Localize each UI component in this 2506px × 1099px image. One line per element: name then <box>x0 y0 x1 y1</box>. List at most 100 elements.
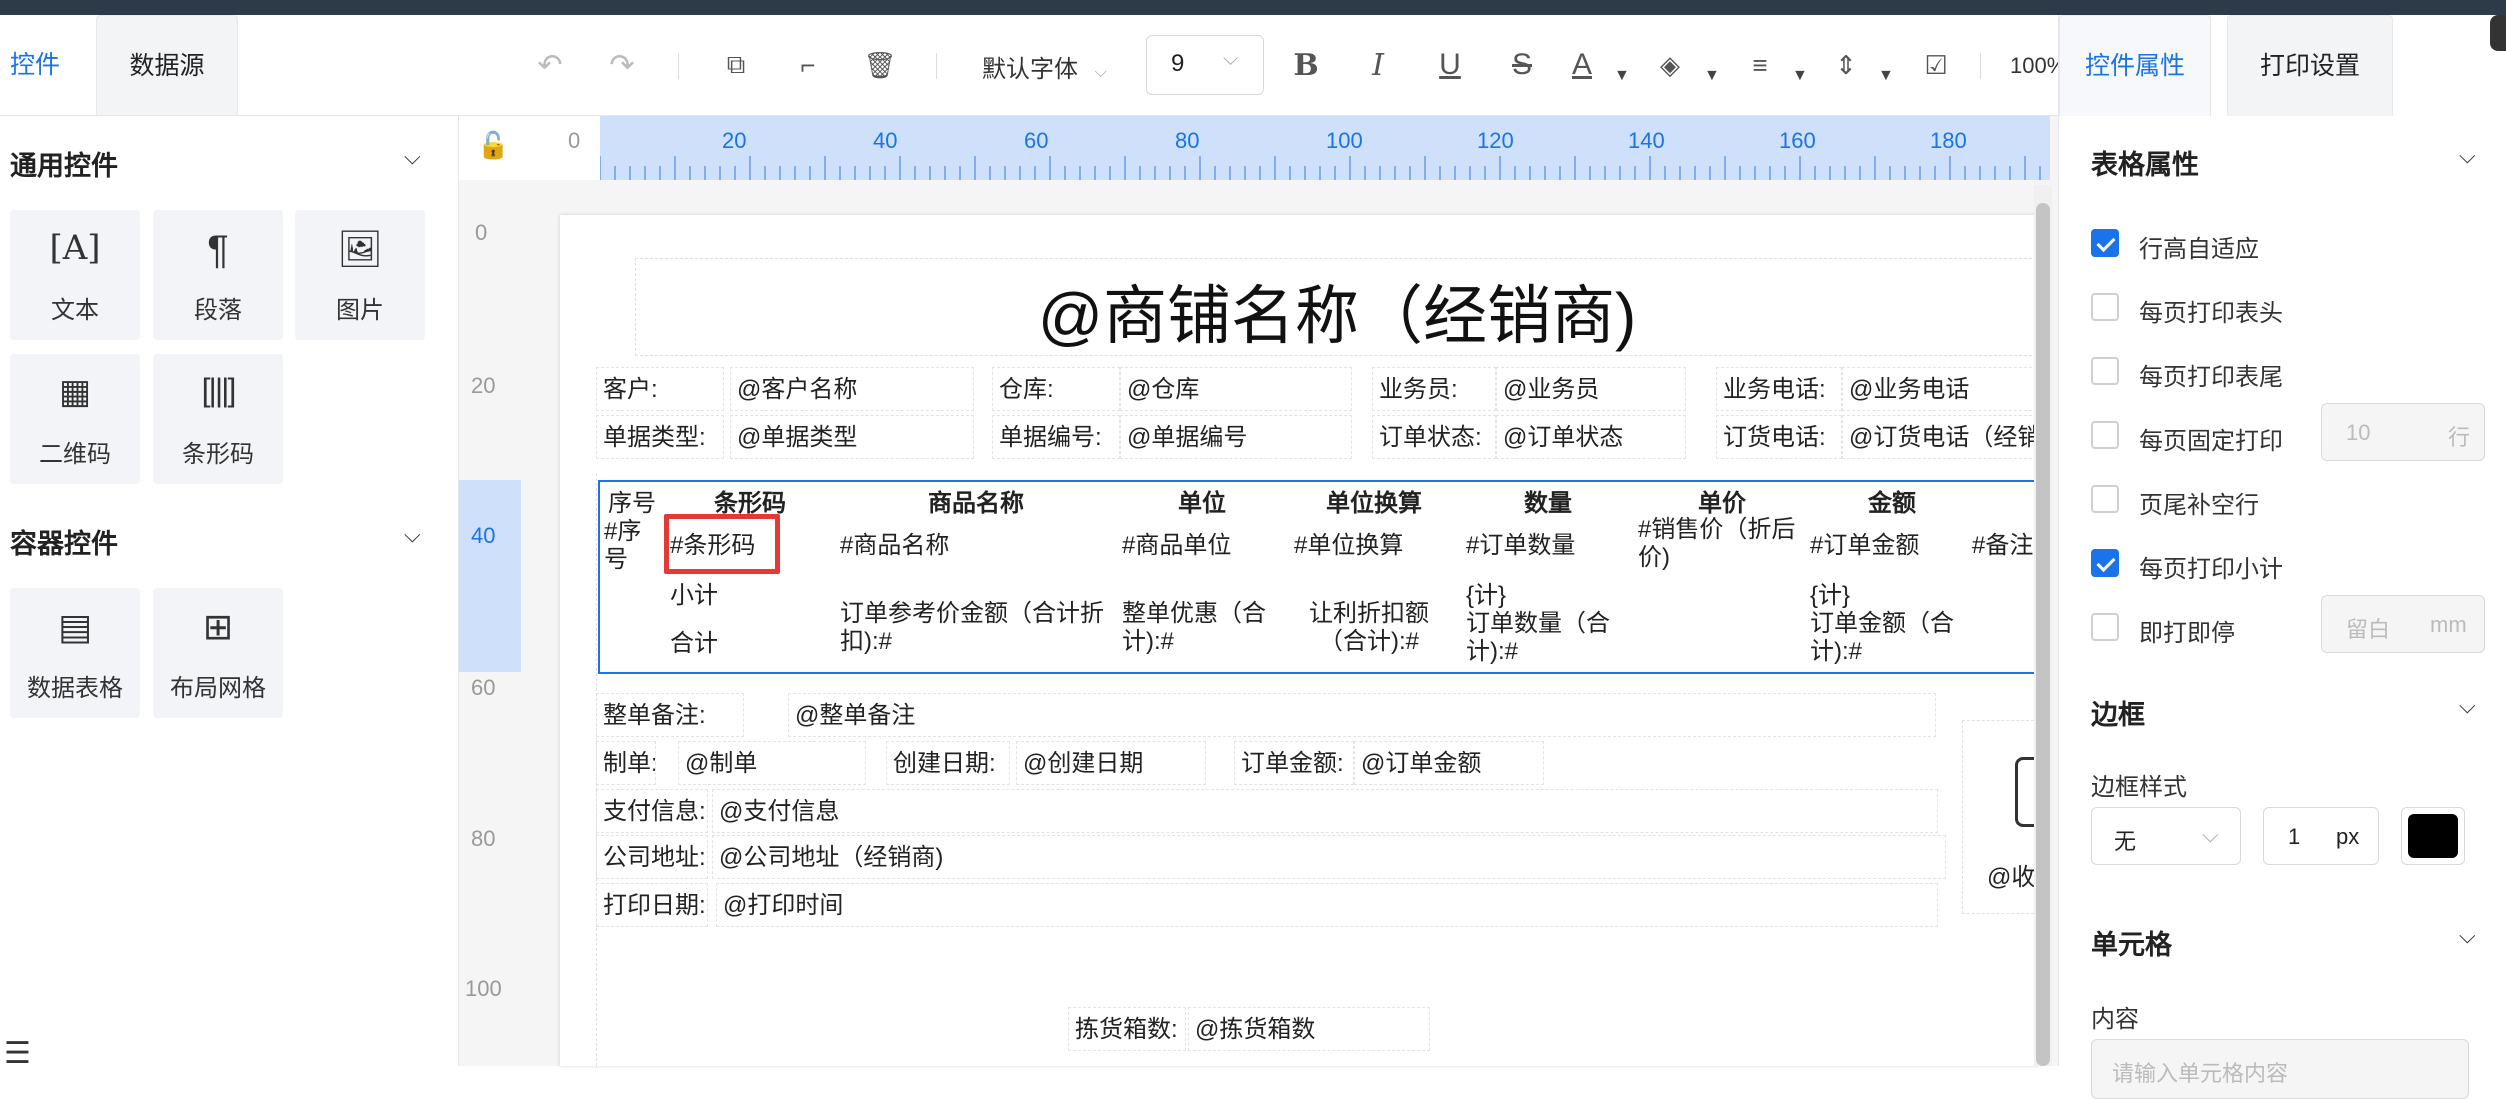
total-cell[interactable]: 订单金额（合计):# <box>1810 610 1970 666</box>
checkbox-print-footer[interactable] <box>2091 357 2119 385</box>
label-order-amount[interactable]: 订单金额: <box>1234 741 1354 785</box>
field-sales-phone[interactable]: @业务电话 <box>1842 367 2040 411</box>
control-text[interactable]: [A] 文本 <box>10 210 140 340</box>
field-doc-type[interactable]: @单据类型 <box>730 415 974 459</box>
label-payment[interactable]: 支付信息: <box>596 789 708 833</box>
label-remark[interactable]: 整单备注: <box>596 693 744 737</box>
field-salesman[interactable]: @业务员 <box>1496 367 1686 411</box>
label-sales-phone[interactable]: 业务电话: <box>1716 367 1842 411</box>
chevron-down-icon[interactable]: ⌵ <box>2459 923 2476 949</box>
header-cell[interactable]: 单价 <box>1698 490 1746 518</box>
data-cell[interactable]: #序号 <box>604 518 648 574</box>
border-color-picker[interactable] <box>2401 807 2465 865</box>
field-doc-number[interactable]: @单据编号 <box>1120 415 1352 459</box>
undo-icon[interactable]: ↶ <box>530 45 570 85</box>
field-order-phone[interactable]: @订货电话（经销 <box>1842 415 2040 459</box>
chevron-down-icon[interactable]: ⌵ <box>404 522 421 548</box>
fixed-rows-input[interactable]: 10 行 <box>2321 403 2485 461</box>
label-doc-number[interactable]: 单据编号: <box>992 415 1120 459</box>
field-customer[interactable]: @客户名称 <box>730 367 974 411</box>
caret-down-icon[interactable]: ▼ <box>1614 67 1630 85</box>
caret-down-icon[interactable]: ▼ <box>1792 67 1808 85</box>
window-edge-handle[interactable] <box>2490 15 2506 51</box>
redo-icon[interactable]: ↷ <box>602 45 642 85</box>
data-cell[interactable]: #备注 <box>1972 532 2033 560</box>
data-cell[interactable]: #商品单位 <box>1122 532 1231 560</box>
label-salesman[interactable]: 业务员: <box>1372 367 1496 411</box>
header-cell[interactable]: 数量 <box>1524 490 1572 518</box>
underline-icon[interactable]: U <box>1430 45 1470 85</box>
label-print-date[interactable]: 打印日期: <box>596 883 708 927</box>
checkbox-print-subtotal[interactable] <box>2091 549 2119 577</box>
header-cell[interactable]: 单位 <box>1178 490 1226 518</box>
align-icon[interactable]: ≡ <box>1740 45 1780 85</box>
control-layout-grid[interactable]: ⊞ 布局网格 <box>153 588 283 718</box>
data-table[interactable]: 序号 条形码 商品名称 单位 单位换算 数量 单价 金额 #序号 #条形码 #商… <box>598 480 2040 674</box>
control-qrcode[interactable]: ▦ 二维码 <box>10 354 140 484</box>
field-remark[interactable]: @整单备注 <box>788 693 1936 737</box>
field-order-status[interactable]: @订单状态 <box>1496 415 1686 459</box>
label-order-status[interactable]: 订单状态: <box>1372 415 1496 459</box>
total-label[interactable]: 合计 <box>670 630 718 658</box>
header-cell[interactable]: 单位换算 <box>1326 490 1422 518</box>
subtotal-amount[interactable]: {计} <box>1810 582 1850 610</box>
label-doc-type[interactable]: 单据类型: <box>596 415 724 459</box>
total-cell[interactable]: 订单数量（合计):# <box>1466 610 1626 666</box>
page-title[interactable]: @商铺名称（经销商) <box>1038 265 1636 357</box>
receipt-qrcode-box[interactable]: @收 <box>1962 720 2040 914</box>
field-warehouse[interactable]: @仓库 <box>1120 367 1352 411</box>
bold-icon[interactable]: B <box>1286 45 1326 85</box>
scrollbar-thumb[interactable] <box>2036 203 2050 1066</box>
margin-input[interactable]: 留白 mm <box>2321 595 2485 653</box>
checkbox-auto-row-height[interactable] <box>2091 229 2119 257</box>
label-order-phone[interactable]: 订货电话: <box>1716 415 1842 459</box>
border-style-select[interactable]: 无 ⌵ <box>2091 807 2241 865</box>
data-cell[interactable]: #订单金额 <box>1810 532 1919 560</box>
strikethrough-icon[interactable]: S <box>1502 45 1542 85</box>
canvas-scrollbar[interactable] <box>2034 185 2052 1066</box>
fill-color-icon[interactable]: ◈ <box>1650 45 1690 85</box>
font-family-select[interactable]: 默认字体 ⌵ <box>982 49 1107 83</box>
field-address[interactable]: @公司地址（经销商) <box>712 835 1946 879</box>
chevron-down-icon[interactable]: ⌵ <box>404 144 421 170</box>
label-maker[interactable]: 制单: <box>596 741 656 785</box>
label-warehouse[interactable]: 仓库: <box>992 367 1120 411</box>
font-size-select[interactable]: 9 ⌵ <box>1146 35 1264 95</box>
data-cell[interactable]: #销售价（折后价) <box>1638 516 1806 572</box>
subtotal-label[interactable]: 小计 <box>670 582 718 610</box>
field-print-date[interactable]: @打印时间 <box>716 883 1938 927</box>
chevron-down-icon[interactable]: ⌵ <box>2459 693 2476 719</box>
label-created-date[interactable]: 创建日期: <box>886 741 1010 785</box>
label-address[interactable]: 公司地址: <box>596 835 708 879</box>
header-cell[interactable]: 序号 <box>608 490 656 518</box>
lock-icon[interactable]: 🔓 <box>477 130 509 161</box>
control-data-table[interactable]: ▤ 数据表格 <box>10 588 140 718</box>
field-created-date[interactable]: @创建日期 <box>1016 741 1206 785</box>
label-box-count[interactable]: 拣货箱数: <box>1068 1007 1186 1051</box>
border-width-input[interactable]: 1 px <box>2263 807 2379 865</box>
control-barcode[interactable]: [|||] 条形码 <box>153 354 283 484</box>
checkbox-icon[interactable]: ☑ <box>1916 45 1956 85</box>
vertical-align-icon[interactable]: ⇕ <box>1826 45 1866 85</box>
checkbox-print-stop[interactable] <box>2091 613 2119 641</box>
chevron-down-icon[interactable]: ⌵ <box>2459 143 2476 169</box>
text-color-icon[interactable]: A <box>1562 45 1602 85</box>
header-cell[interactable]: 金额 <box>1868 490 1916 518</box>
data-cell-barcode[interactable]: #条形码 <box>670 532 755 560</box>
tab-print-settings[interactable]: 打印设置 <box>2227 15 2393 116</box>
header-cell[interactable]: 商品名称 <box>928 490 1024 518</box>
total-cell[interactable]: 整单优惠（合计):# <box>1122 600 1282 656</box>
total-cell[interactable]: 让利折扣额（合计):# <box>1294 600 1444 656</box>
checkbox-fixed-print[interactable] <box>2091 421 2119 449</box>
field-box-count[interactable]: @拣货箱数 <box>1188 1007 1430 1051</box>
subtotal-qty[interactable]: {计} <box>1466 582 1506 610</box>
control-image[interactable]: 🖼 图片 <box>295 210 425 340</box>
format-painter-icon[interactable]: ⌐ <box>788 45 828 85</box>
checkbox-print-header[interactable] <box>2091 293 2119 321</box>
delete-icon[interactable]: 🗑 <box>860 45 900 85</box>
copy-icon[interactable]: ⧉ <box>716 45 756 85</box>
total-cell[interactable]: 订单参考价金额（合计折扣):# <box>840 600 1108 656</box>
print-page[interactable]: @商铺名称（经销商) 客户: @客户名称 仓库: @仓库 业务员: @业务员 业… <box>560 215 2040 1066</box>
italic-icon[interactable]: I <box>1358 45 1398 85</box>
tab-control-properties[interactable]: 控件属性 <box>2059 15 2211 116</box>
